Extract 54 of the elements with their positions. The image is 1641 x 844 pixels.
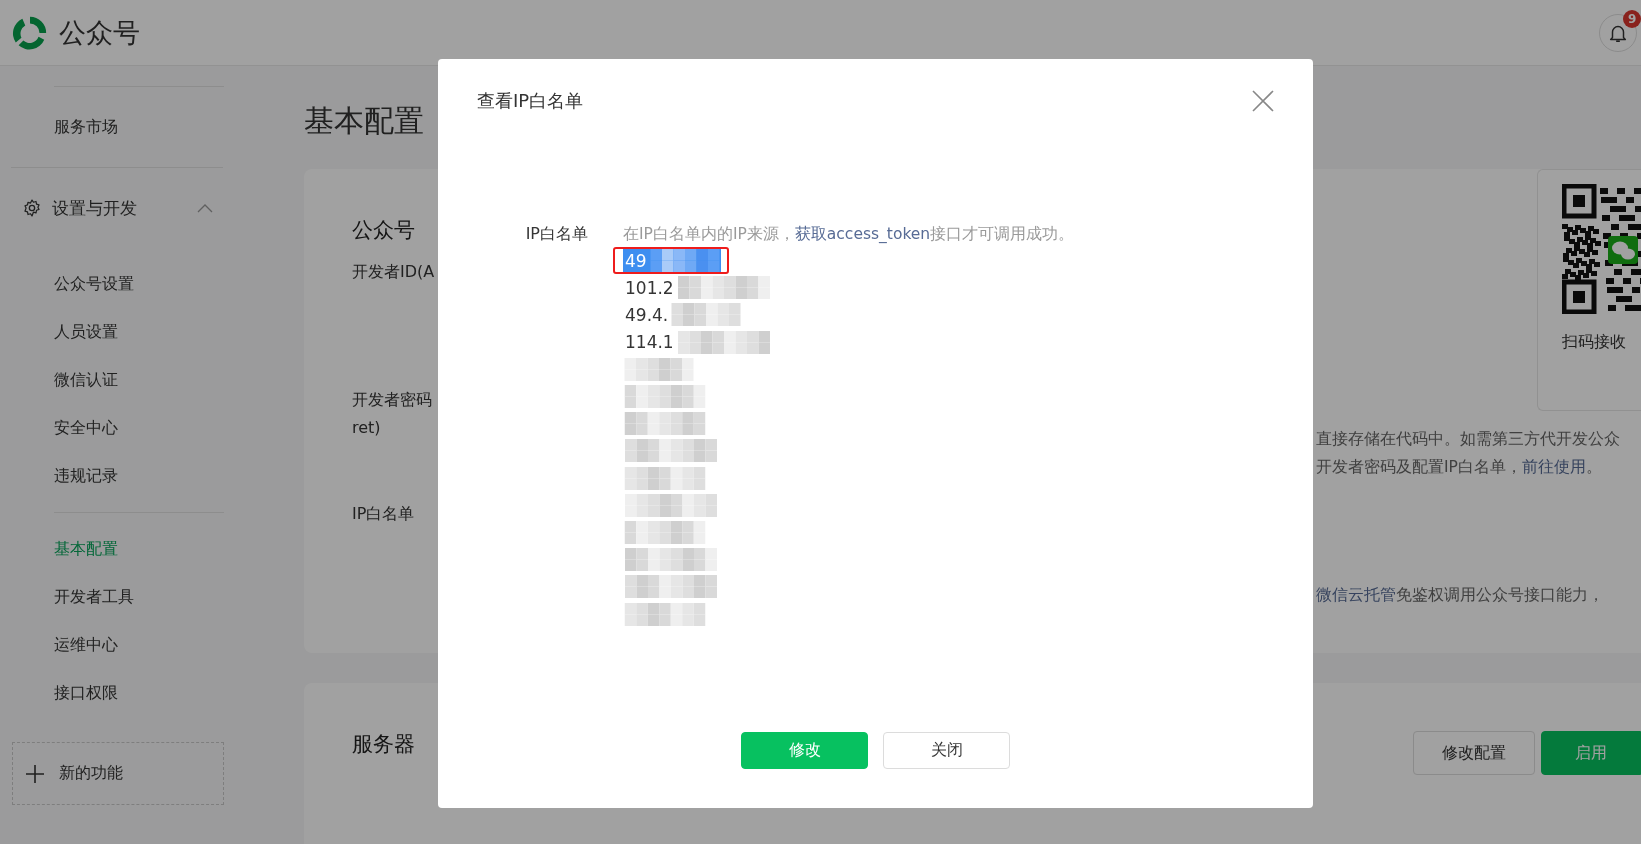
field-label: 开发者密码 ret) xyxy=(352,389,432,439)
qr-caption: 扫码接收 xyxy=(1562,332,1627,353)
field-label: IP白名单 xyxy=(352,503,415,525)
text-link[interactable]: 前往使用 xyxy=(1521,458,1586,476)
ip-text: 101.2 xyxy=(624,277,675,298)
section-title: 服务器 xyxy=(352,731,415,758)
close-icon xyxy=(1252,90,1274,112)
field-label: 开发者ID(A xyxy=(352,261,435,283)
masked-ip-row[interactable] xyxy=(623,466,707,490)
masked-ip-row[interactable] xyxy=(623,357,695,381)
sidebar-item[interactable]: 违规记录 xyxy=(0,452,235,500)
masked-ip-row[interactable] xyxy=(623,439,719,463)
dialog-title: 查看IP白名单 xyxy=(477,89,584,113)
caret-icon xyxy=(197,203,213,213)
masked-ip-row[interactable] xyxy=(623,602,707,626)
plus-icon xyxy=(25,763,45,784)
masked-ip-row[interactable] xyxy=(623,385,707,409)
sidebar-group[interactable]: 设置与开发 xyxy=(0,168,235,248)
brand-name: 公众号 xyxy=(59,15,140,50)
ip-row[interactable]: 49.4. xyxy=(623,303,743,327)
new-feature-button[interactable]: 新的功能 xyxy=(12,742,224,805)
gear-icon xyxy=(22,198,42,218)
sidebar-item[interactable]: 人员设置 xyxy=(0,308,235,356)
description-text: 开发者密码及配置IP白名单，前往使用。 xyxy=(1315,457,1603,478)
sidebar-item[interactable]: 接口权限 xyxy=(0,669,235,717)
masked-ip-row[interactable] xyxy=(623,548,719,572)
masked-ip-row[interactable] xyxy=(623,520,707,544)
masked-ip-row[interactable] xyxy=(623,493,719,517)
section-title: 公众号 xyxy=(352,217,415,244)
ip-text: 114.1 xyxy=(624,332,675,353)
close-button[interactable] xyxy=(1252,90,1274,112)
sidebar-item[interactable]: 运维中心 xyxy=(0,621,235,669)
ip-row[interactable]: 101.2 xyxy=(623,276,772,300)
sidebar-item[interactable]: 开发者工具 xyxy=(0,573,235,621)
access-token-link[interactable]: 获取access_token xyxy=(794,225,931,243)
dialog-button[interactable]: 关闭 xyxy=(883,732,1010,769)
notification-button[interactable] xyxy=(1599,13,1637,52)
description-text: 微信云托管免鉴权调用公众号接口能力， xyxy=(1315,585,1605,606)
sidebar-item[interactable]: 微信认证 xyxy=(0,356,235,404)
ip-text: 49 xyxy=(624,250,648,271)
ip-row[interactable]: 49 xyxy=(623,249,721,273)
description-text: 直接存储在代码中。如需第三方代开发公众 xyxy=(1315,429,1621,450)
ip-text: 49.4. xyxy=(624,304,670,325)
sidebar-item[interactable]: 公众号设置 xyxy=(0,260,235,308)
hint-text: 在IP白名单内的IP来源，获取access_token接口才可调用成功。 xyxy=(623,224,1075,245)
masked-ip-row[interactable] xyxy=(623,412,707,436)
ip-row[interactable]: 114.1 xyxy=(623,330,772,354)
sidebar-item[interactable]: 服务市场 xyxy=(0,87,235,167)
notification-badge: 9 xyxy=(1623,9,1641,28)
text-link[interactable]: 微信云托管 xyxy=(1316,586,1396,604)
masked-ip-row[interactable] xyxy=(623,575,719,599)
field-label: IP白名单 xyxy=(524,223,588,245)
sidebar-item[interactable]: 安全中心 xyxy=(0,404,235,452)
action-button[interactable]: 修改配置 xyxy=(1413,731,1535,775)
